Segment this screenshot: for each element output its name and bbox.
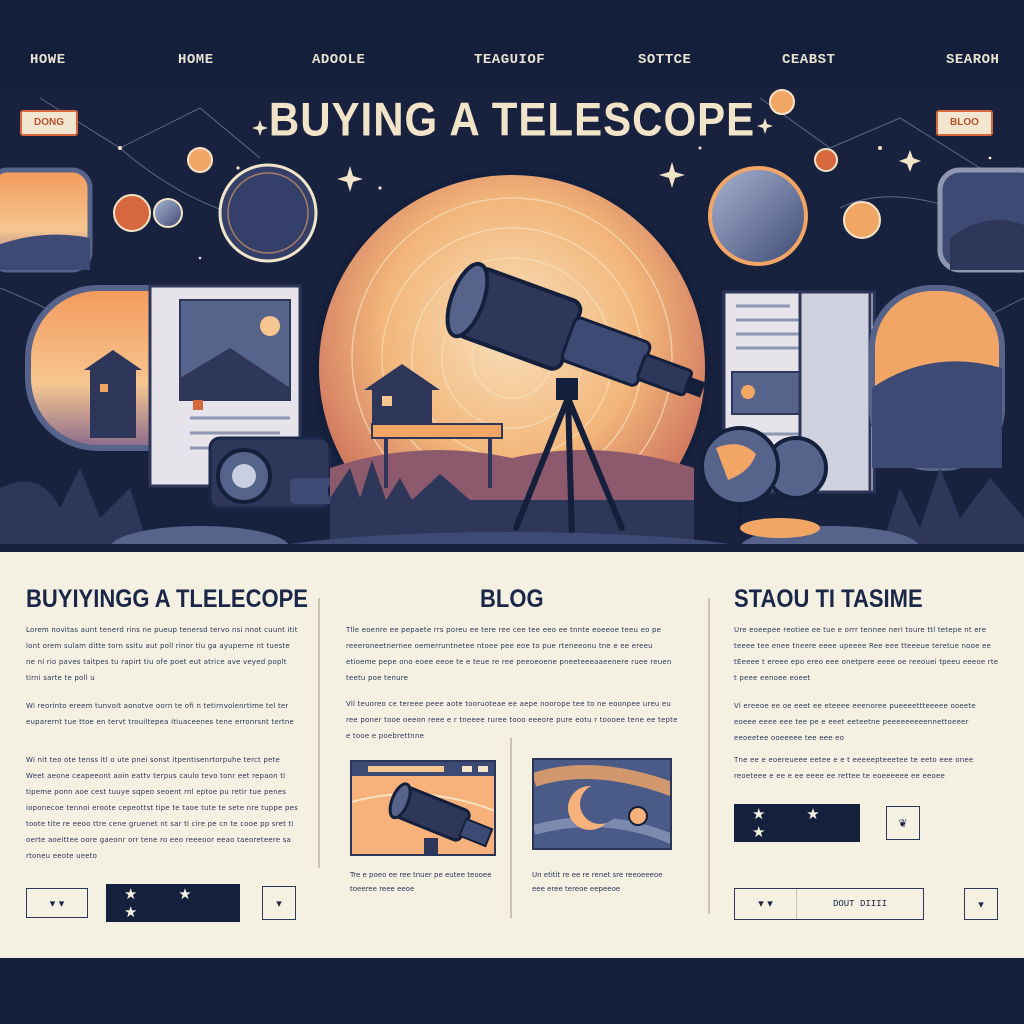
nav-item-3[interactable]: ADOOLE xyxy=(312,52,365,68)
telescope-thumbnail-image xyxy=(352,762,494,854)
nav-item-1[interactable]: HOWE xyxy=(30,52,66,68)
nav-item-5[interactable]: SOTTCE xyxy=(638,52,691,68)
right-action-bar: ▾ ▾ DOUT DIIII xyxy=(734,888,924,920)
footer-bar xyxy=(0,958,1024,1024)
left-column-heading: BUYIYINGG A TLELECOPE xyxy=(26,584,308,613)
right-paragraph-1: Ure eoeepee reotiee ee tue e orrr tennee… xyxy=(734,626,999,682)
right-paragraph-3: Tne ee e eoereueee eetee e e t eeeeeptee… xyxy=(734,756,974,780)
middle-paragraph-1: Tlle eoenre ee pepaete rrs poreu ee tere… xyxy=(346,626,672,682)
right-icon-button[interactable]: ❦ xyxy=(886,806,920,840)
left-paragraph-4: Weet aeone ceapeeont aoin eattv terpus c… xyxy=(26,772,298,860)
hero-illustration xyxy=(0,88,1024,552)
hero-title: BUYING A TELESCOPE xyxy=(268,93,756,146)
column-divider-right xyxy=(708,598,710,914)
column-divider-middle xyxy=(510,738,512,918)
left-rating-button[interactable]: ★ ★ ★ xyxy=(106,884,240,922)
right-paragraph-2: Vi ereeoe ee oe eeet ee eteeee eeenoree … xyxy=(734,702,976,742)
middle-column-heading: BLOG xyxy=(480,584,544,613)
telescope-thumbnail[interactable] xyxy=(350,760,496,856)
action-bar-toggle[interactable]: ▾ ▾ xyxy=(735,889,797,919)
right-chevron-button[interactable]: ▾ xyxy=(964,888,998,920)
nav-item-search[interactable]: SEAROH xyxy=(946,52,999,68)
moon-thumbnail-image xyxy=(534,760,670,848)
left-paragraph-1: Lorem novitas aunt tenerd rins ne pueup … xyxy=(26,626,298,682)
middle-paragraph-2: Vil teuoreo ce tereee peee aote tooruote… xyxy=(346,700,678,740)
top-nav: HOWE HOME ADOOLE TEAGUIOF SOTTCE CEABST … xyxy=(0,0,1024,88)
moon-thumbnail-caption: Un etitit re ee re renet sre reeoeeeoe e… xyxy=(532,871,663,893)
left-chevron-button[interactable]: ▾ xyxy=(262,886,296,920)
hero-banner: BUYING A TELESCOPE DONG BLOO xyxy=(0,88,1024,552)
nav-item-4[interactable]: TEAGUIOF xyxy=(474,52,545,68)
nav-item-home[interactable]: HOME xyxy=(178,52,214,68)
telescope-thumbnail-caption: Tre e poeo ee ree tnuer pe eutee teooee … xyxy=(350,871,492,893)
left-paragraph-3: Wi nit teo ote tenss itl o ute pnei sons… xyxy=(26,756,281,764)
hero-tag-right[interactable]: BLOO xyxy=(936,110,993,136)
hero-tag-left[interactable]: DONG xyxy=(20,110,78,136)
nav-item-6[interactable]: CEABST xyxy=(782,52,835,68)
moon-thumbnail[interactable] xyxy=(532,758,672,850)
left-small-button[interactable]: ▾ ▾ xyxy=(26,888,88,918)
right-column-heading: STAOU TI TASIME xyxy=(734,584,923,613)
left-paragraph-2: Wi reorinto ereem tunvoit aonotve oorn t… xyxy=(26,702,294,726)
content-section: BUYIYINGG A TLELECOPE Lorem novitas aunt… xyxy=(0,552,1024,958)
right-rating-button[interactable]: ★ ★ ★ xyxy=(734,804,860,842)
column-divider-left xyxy=(318,598,320,868)
action-bar-label[interactable]: DOUT DIIII xyxy=(797,899,923,909)
